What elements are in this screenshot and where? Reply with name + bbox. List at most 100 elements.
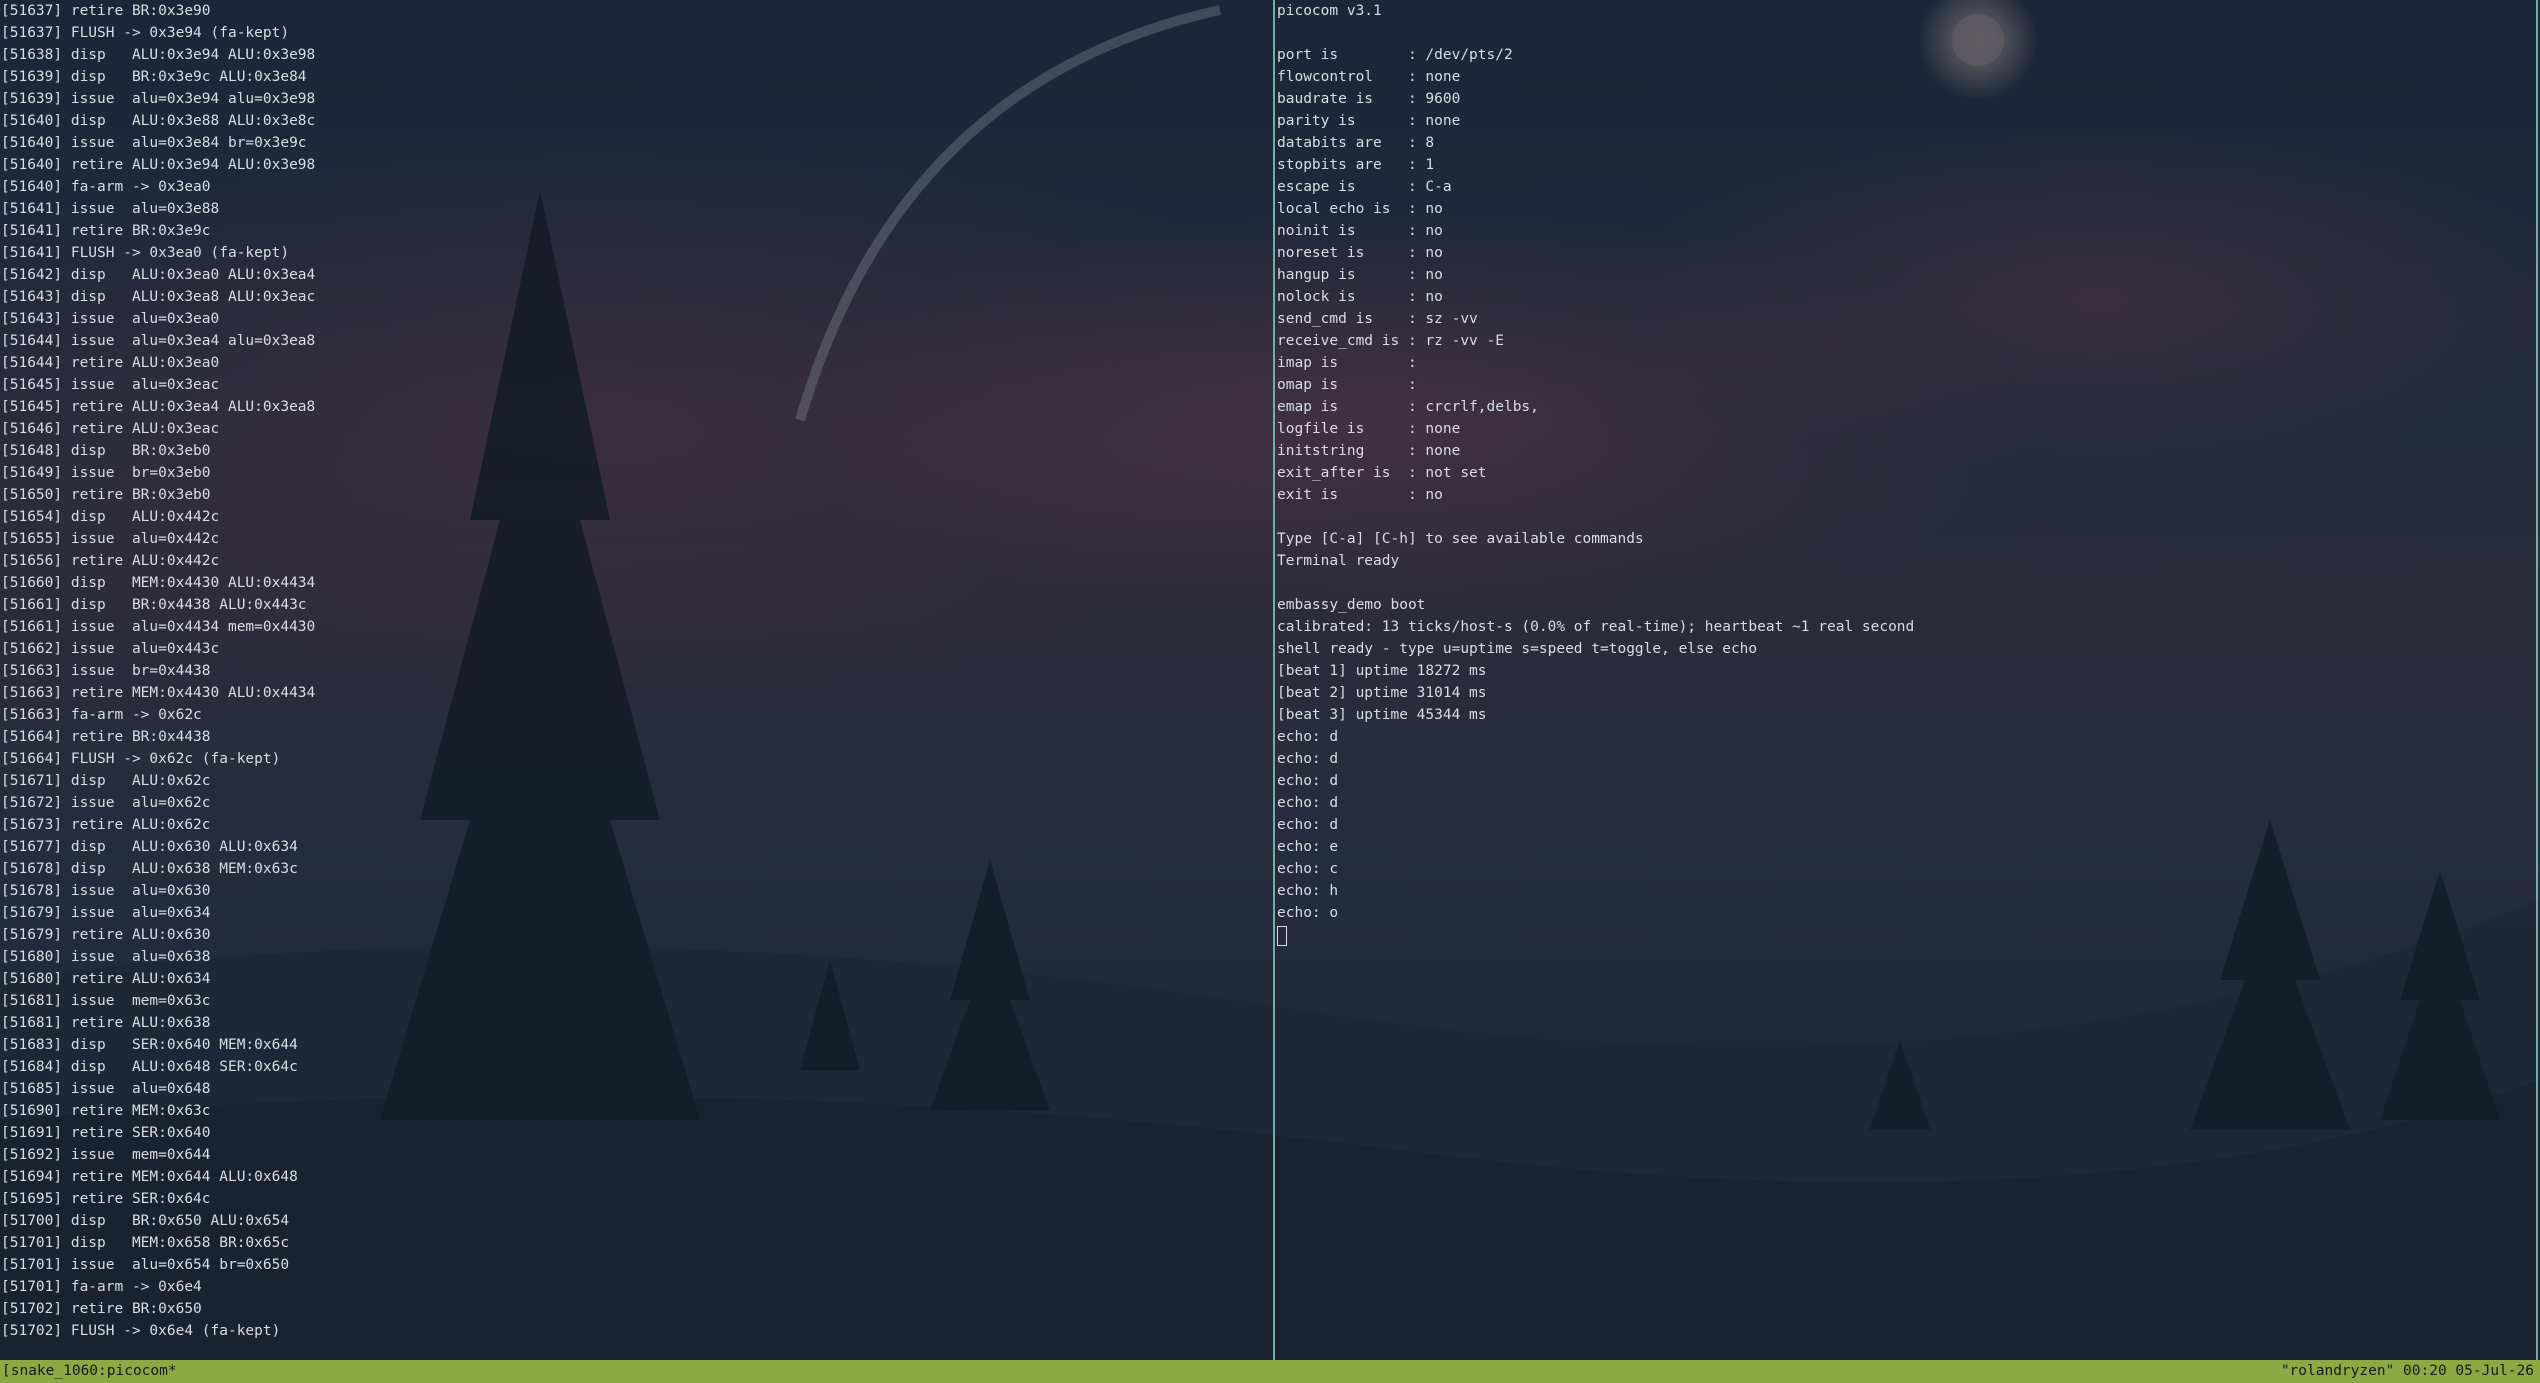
status-session-window[interactable]: [snake_1060:picocom* (2, 1360, 177, 1383)
terminal-line: [51648] disp BR:0x3eb0 (1, 443, 211, 459)
terminal-line: [51701] issue alu=0x654 br=0x650 (1, 1257, 290, 1273)
terminal-line: receive_cmd is : rz -vv -E (1277, 333, 1504, 349)
terminal-line: exit is : no (1277, 487, 1443, 503)
terminal-line: nolock is : no (1277, 289, 1443, 305)
terminal-line: [51672] issue alu=0x62c (1, 795, 211, 811)
terminal-line: echo: d (1277, 729, 1339, 745)
terminal-line: [51678] disp ALU:0x638 MEM:0x63c (1, 861, 298, 877)
terminal-line: [51664] retire BR:0x4438 (1, 729, 211, 745)
terminal-line: [51642] disp ALU:0x3ea0 ALU:0x3ea4 (1, 267, 316, 283)
terminal-line: logfile is : none (1277, 421, 1461, 437)
terminal-line: [51660] disp MEM:0x4430 ALU:0x4434 (1, 575, 316, 591)
terminal-line: [51661] issue alu=0x4434 mem=0x4430 (1, 619, 316, 635)
terminal-line: [51646] retire ALU:0x3eac (1, 421, 220, 437)
status-host-clock: "rolandryzen" 00:20 05-Jul-26 (2280, 1363, 2534, 1379)
terminal-line: Terminal ready (1277, 553, 1400, 569)
terminal-line: [51663] retire MEM:0x4430 ALU:0x4434 (1, 685, 316, 701)
terminal-line: [51663] fa-arm -> 0x62c (1, 707, 202, 723)
terminal-line: [51677] disp ALU:0x630 ALU:0x634 (1, 839, 298, 855)
terminal-line: [51681] issue mem=0x63c (1, 993, 211, 1009)
terminal-line: [beat 2] uptime 31014 ms (1277, 685, 1487, 701)
terminal-line: [51702] retire BR:0x650 (1, 1301, 202, 1317)
terminal-line: [51683] disp SER:0x640 MEM:0x644 (1, 1037, 298, 1053)
terminal-line: embassy_demo boot (1277, 597, 1426, 613)
terminal-line: [51641] FLUSH -> 0x3ea0 (fa-kept) (1, 245, 290, 261)
terminal-line: picocom v3.1 (1277, 3, 1382, 19)
terminal-line: [51654] disp ALU:0x442c (1, 509, 220, 525)
terminal-line: echo: e (1277, 839, 1339, 855)
terminal-line: [51685] issue alu=0x648 (1, 1081, 211, 1097)
terminal-line: [51694] retire MEM:0x644 ALU:0x648 (1, 1169, 298, 1185)
terminal-line: [beat 1] uptime 18272 ms (1277, 663, 1487, 679)
terminal-line: [51663] issue br=0x4438 (1, 663, 211, 679)
terminal-line: databits are : 8 (1277, 135, 1435, 151)
terminal-line: [51640] fa-arm -> 0x3ea0 (1, 179, 211, 195)
pane-right-border (2536, 0, 2538, 1360)
terminal-line: [51680] issue alu=0x638 (1, 949, 211, 965)
tmux-status-bar: [snake_1060:picocom* "rolandryzen" 00:20… (0, 1360, 2540, 1383)
terminal-line: [51671] disp ALU:0x62c (1, 773, 211, 789)
left-pane-trace-log[interactable]: [51637] retire BR:0x3e90 [51637] FLUSH ->… (1, 0, 1269, 1360)
terminal-line: [51690] retire MEM:0x63c (1, 1103, 211, 1119)
terminal-line: [51679] retire ALU:0x630 (1, 927, 211, 943)
terminal-line: shell ready - type u=uptime s=speed t=to… (1277, 641, 1758, 657)
terminal-line: [51650] retire BR:0x3eb0 (1, 487, 211, 503)
terminal-line: port is : /dev/pts/2 (1277, 47, 1513, 63)
terminal-line: [51639] issue alu=0x3e94 alu=0x3e98 (1, 91, 316, 107)
terminal-line: local echo is : no (1277, 201, 1443, 217)
terminal-line: [51656] retire ALU:0x442c (1, 553, 220, 569)
pane-divider[interactable] (1273, 0, 1275, 1360)
terminal-line: calibrated: 13 ticks/host-s (0.0% of rea… (1277, 619, 1915, 635)
terminal-line: noinit is : no (1277, 223, 1443, 239)
terminal-line: emap is : crcrlf,delbs, (1277, 399, 1539, 415)
terminal-line: [51641] retire BR:0x3e9c (1, 223, 211, 239)
terminal-line: stopbits are : 1 (1277, 157, 1435, 173)
text-cursor (1277, 926, 1287, 946)
terminal-line: flowcontrol : none (1277, 69, 1461, 85)
terminal-line: parity is : none (1277, 113, 1461, 129)
terminal-line: hangup is : no (1277, 267, 1443, 283)
terminal-line: [51644] issue alu=0x3ea4 alu=0x3ea8 (1, 333, 316, 349)
terminal-line: [51684] disp ALU:0x648 SER:0x64c (1, 1059, 298, 1075)
terminal-line: [51695] retire SER:0x64c (1, 1191, 211, 1207)
terminal-line: [51662] issue alu=0x443c (1, 641, 220, 657)
terminal-line: [51664] FLUSH -> 0x62c (fa-kept) (1, 751, 281, 767)
terminal-line: [51681] retire ALU:0x638 (1, 1015, 211, 1031)
terminal-line: [51640] disp ALU:0x3e88 ALU:0x3e8c (1, 113, 316, 129)
terminal-line: [51644] retire ALU:0x3ea0 (1, 355, 220, 371)
terminal-line: [51638] disp ALU:0x3e94 ALU:0x3e98 (1, 47, 316, 63)
terminal-line: echo: d (1277, 795, 1339, 811)
terminal-line: escape is : C-a (1277, 179, 1452, 195)
terminal-line: [51637] retire BR:0x3e90 (1, 3, 211, 19)
terminal-line: [51639] disp BR:0x3e9c ALU:0x3e84 (1, 69, 307, 85)
terminal-line: echo: d (1277, 773, 1339, 789)
terminal-screen: [51637] retire BR:0x3e90 [51637] FLUSH ->… (0, 0, 2540, 1383)
terminal-line: echo: h (1277, 883, 1339, 899)
terminal-line: imap is : (1277, 355, 1417, 371)
terminal-line: echo: c (1277, 861, 1339, 877)
terminal-line: echo: d (1277, 751, 1339, 767)
terminal-line: [51641] issue alu=0x3e88 (1, 201, 220, 217)
terminal-line: exit_after is : not set (1277, 465, 1487, 481)
terminal-line: initstring : none (1277, 443, 1461, 459)
terminal-line: [51643] issue alu=0x3ea0 (1, 311, 220, 327)
terminal-line: noreset is : no (1277, 245, 1443, 261)
terminal-line: [51637] FLUSH -> 0x3e94 (fa-kept) (1, 25, 290, 41)
terminal-line: echo: d (1277, 817, 1339, 833)
terminal-line: [51643] disp ALU:0x3ea8 ALU:0x3eac (1, 289, 316, 305)
terminal-line: [51678] issue alu=0x630 (1, 883, 211, 899)
terminal-line: [51702] FLUSH -> 0x6e4 (fa-kept) (1, 1323, 281, 1339)
prompt-line[interactable] (1277, 924, 2532, 946)
terminal-line: [51701] fa-arm -> 0x6e4 (1, 1279, 202, 1295)
terminal-line: [51700] disp BR:0x650 ALU:0x654 (1, 1213, 290, 1229)
terminal-line: [51640] issue alu=0x3e84 br=0x3e9c (1, 135, 307, 151)
right-pane-picocom[interactable]: picocom v3.1 port is : /dev/pts/2 flowcont… (1277, 0, 2532, 1360)
terminal-line: Type [C-a] [C-h] to see available comman… (1277, 531, 1644, 547)
terminal-line: [51673] retire ALU:0x62c (1, 817, 211, 833)
terminal-line: [beat 3] uptime 45344 ms (1277, 707, 1487, 723)
terminal-line: [51655] issue alu=0x442c (1, 531, 220, 547)
terminal-line: [51640] retire ALU:0x3e94 ALU:0x3e98 (1, 157, 316, 173)
